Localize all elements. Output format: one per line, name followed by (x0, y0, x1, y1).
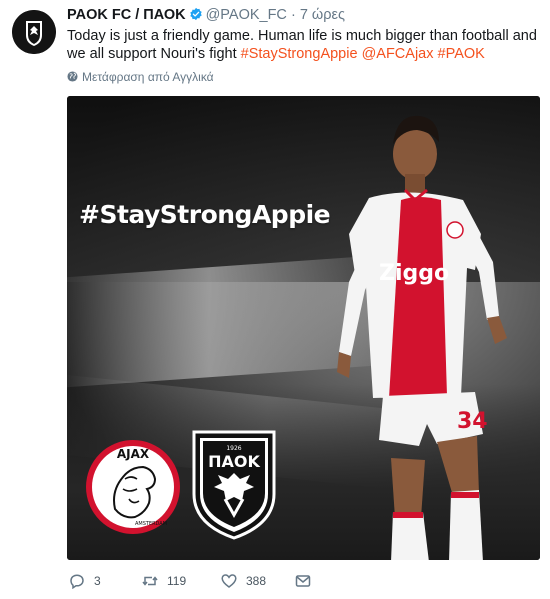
tweet-header: PAOK FC / ΠΑΟΚ @PAOK_FC · 7 ώρες (67, 7, 345, 23)
timestamp[interactable]: 7 ώρες (300, 7, 345, 23)
tweet-text: Today is just a friendly game. Human lif… (67, 27, 537, 63)
handle[interactable]: @PAOK_FC (206, 7, 287, 23)
like-icon (221, 574, 237, 588)
tweet-actions: 3 119 388 (67, 571, 537, 593)
like-button[interactable]: 388 (221, 571, 266, 591)
direct-message-button[interactable] (295, 571, 320, 591)
separator-dot: · (290, 7, 296, 23)
ajax-logo-text: AJAX (117, 447, 150, 461)
globe-icon (67, 71, 78, 82)
paok-logo-year: 1926 (226, 445, 241, 452)
paok-logo: 1926 ΠΑΟΚ (192, 430, 276, 540)
shirt-number-text: 34 (457, 409, 488, 434)
mention-link[interactable]: @AFCAjax (362, 46, 434, 62)
tweet-media-image[interactable]: #StayStrongAppie Ziggo 34 AJAX AMSTERDAM… (67, 96, 540, 560)
translate-link[interactable]: Μετάφραση από Αγγλικά (67, 70, 214, 84)
retweet-button[interactable]: 119 (142, 571, 186, 591)
reply-count: 3 (94, 574, 101, 588)
reply-button[interactable]: 3 (69, 571, 101, 591)
ajax-logo: AJAX AMSTERDAM (86, 440, 180, 534)
ajax-logo-subtext: AMSTERDAM (135, 521, 167, 527)
hashtag-link[interactable]: #StayStrongAppie (241, 46, 358, 62)
shirt-sponsor-text: Ziggo (379, 261, 449, 286)
football-player-image: Ziggo 34 (337, 115, 507, 560)
reply-icon (70, 574, 84, 589)
display-name[interactable]: PAOK FC / ΠΑΟΚ (67, 7, 186, 23)
like-count: 388 (246, 574, 267, 588)
retweet-count: 119 (167, 574, 187, 588)
translate-label: Μετάφραση από Αγγλικά (82, 70, 214, 84)
avatar[interactable] (12, 10, 56, 54)
paok-logo-name: ΠΑΟΚ (208, 452, 260, 471)
image-overlay-hashtag: #StayStrongAppie (79, 200, 331, 229)
retweet-icon (142, 576, 158, 586)
verified-badge-icon (189, 7, 202, 21)
hashtag-link[interactable]: #PAOK (438, 46, 485, 62)
direct-message-icon (295, 575, 311, 587)
tweet[interactable]: PAOK FC / ΠΑΟΚ @PAOK_FC · 7 ώρες Today is… (0, 0, 550, 599)
